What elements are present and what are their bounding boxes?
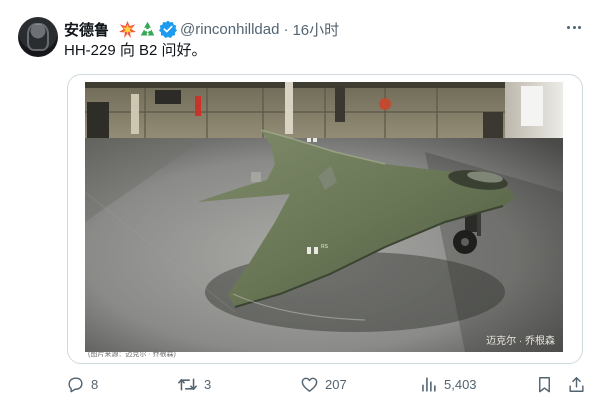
views-chart-icon: [422, 376, 436, 392]
action-bar: 8 3 207 5,403: [64, 372, 584, 396]
views-count: 5,403: [444, 376, 477, 392]
svg-text:RS: RS: [321, 244, 329, 250]
views-button[interactable]: 5,403: [419, 372, 477, 396]
tweet-header: 安德鲁 @rinconhilldad · 16小时: [64, 19, 339, 39]
like-count: 207: [325, 376, 347, 392]
share-icon: [569, 376, 584, 392]
photo-credit: 迈克尔 · 乔根森: [486, 336, 555, 347]
avatar[interactable]: [18, 17, 58, 57]
author-handle[interactable]: @rinconhilldad: [180, 21, 279, 38]
repost-icon: [178, 378, 197, 390]
explosion-icon: [119, 20, 137, 38]
reply-count: 8: [91, 376, 99, 392]
bookmark-button[interactable]: [535, 372, 560, 396]
aircraft-photo[interactable]: RS 迈克尔 · 乔根森: [85, 82, 563, 352]
like-button[interactable]: 207: [300, 372, 347, 396]
recycle-icon: [140, 21, 155, 35]
author-name[interactable]: 安德鲁: [64, 19, 109, 40]
heart-icon: [301, 377, 318, 392]
media-card[interactable]: RS 迈克尔 · 乔根森 (图片来源：迈克尔 · 乔根森): [67, 74, 583, 364]
post-timestamp[interactable]: 16小时: [292, 19, 339, 40]
verified-badge-icon: [159, 20, 178, 38]
reply-button[interactable]: 8: [66, 372, 98, 396]
tweet-post[interactable]: 安德鲁 @rinconhilldad · 16小时 HH-229 向 B2 问好…: [0, 0, 607, 410]
repost-button[interactable]: 3: [177, 372, 211, 396]
aircraft-photo-art: RS: [85, 82, 563, 352]
bookmark-icon: [539, 376, 550, 392]
share-button[interactable]: [567, 372, 592, 396]
name-emojis: [119, 20, 178, 38]
repost-count: 3: [204, 376, 212, 392]
reply-icon: [68, 376, 83, 392]
header-separator: ·: [283, 20, 289, 38]
more-options-icon[interactable]: [563, 17, 585, 37]
image-caption: (图片来源：迈克尔 · 乔根森): [88, 351, 176, 358]
tweet-text: HH-229 向 B2 问好。: [64, 42, 207, 59]
